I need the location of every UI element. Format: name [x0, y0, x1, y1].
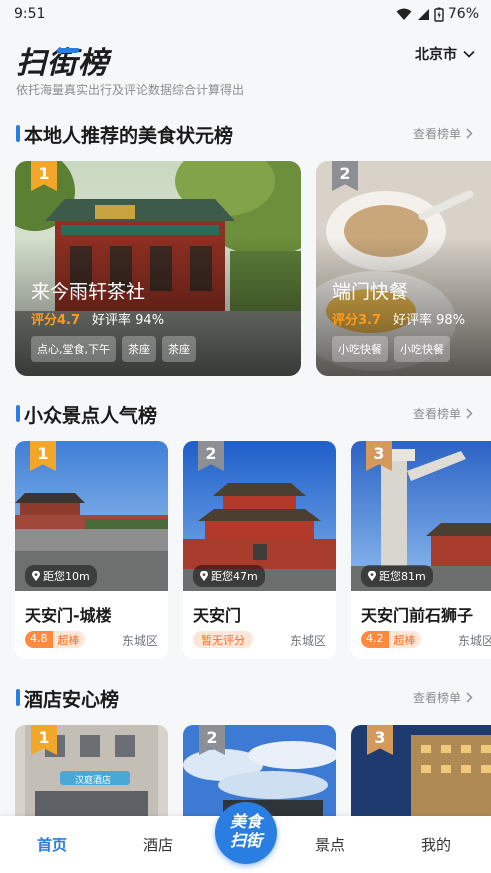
- rating-text: 超棒: [52, 631, 85, 648]
- food-section-title: 本地人推荐的美食状元榜: [24, 125, 234, 147]
- spots-section-header: 小众景点人气榜 查看榜单: [0, 401, 491, 427]
- no-rating-badge: 暂无评分: [193, 631, 253, 648]
- app-logo: 扫街榜: [16, 46, 109, 81]
- food-rating: 评分3.7 好评率 98%: [332, 309, 465, 328]
- rating-text: 超棒: [388, 631, 421, 648]
- header: 扫街榜 依托海量真实出行及评论数据综合计算得出 北京市: [0, 34, 491, 104]
- tab-mine[interactable]: 我的: [421, 834, 451, 855]
- spots-carousel[interactable]: 1 距您10m 天安门-城楼 4.8 超棒 东城区 2 距您47m 天安门 暂无…: [0, 441, 491, 661]
- spot-card[interactable]: 2 距您47m 天安门 暂无评分 东城区: [183, 441, 336, 659]
- hotels-section-header: 酒店安心榜 查看榜单: [0, 685, 491, 711]
- food-tag: 茶座: [162, 336, 196, 362]
- food-scan-label-line1: 美食: [229, 812, 262, 831]
- view-list-label: 查看榜单: [412, 127, 461, 141]
- distance-badge: 距您47m: [193, 565, 265, 587]
- spot-photo: 3 距您81m: [351, 441, 491, 591]
- district-label: 东城区: [457, 634, 491, 648]
- tab-home[interactable]: 首页: [37, 834, 67, 855]
- distance-label: 距您81m: [379, 570, 426, 583]
- spots-view-list-link[interactable]: 查看榜单: [413, 405, 473, 422]
- spots-section-title: 小众景点人气榜: [24, 405, 158, 427]
- food-view-list-link[interactable]: 查看榜单: [413, 125, 473, 142]
- section-marker: [16, 405, 20, 422]
- chevron-right-icon: [466, 692, 473, 703]
- section-marker: [16, 125, 20, 142]
- food-section-header: 本地人推荐的美食状元榜 查看榜单: [0, 121, 491, 147]
- distance-badge: 距您81m: [361, 565, 433, 587]
- rating-value: 4.2: [361, 631, 389, 648]
- rating-badge: 4.8 超棒: [25, 631, 85, 648]
- location-pin-icon: [32, 571, 40, 581]
- rating-badge: 4.2 超棒: [361, 631, 421, 648]
- hotel-card[interactable]: 汉庭酒店 1: [15, 725, 168, 817]
- food-card[interactable]: 2 端门快餐 评分3.7 好评率 98% 小吃快餐 小吃快餐: [316, 161, 491, 376]
- spot-photo: 2 距您47m: [183, 441, 336, 591]
- spot-meta: 4.2 超棒 东城区: [361, 631, 491, 649]
- rating-value: 4.8: [25, 631, 53, 648]
- chevron-right-icon: [466, 408, 473, 419]
- spot-name: 天安门: [193, 606, 242, 625]
- chevron-right-icon: [466, 128, 473, 139]
- food-tags: 小吃快餐 小吃快餐: [332, 336, 450, 362]
- food-name: 来今雨轩茶社: [31, 281, 146, 303]
- city-selector[interactable]: 北京市: [415, 44, 475, 64]
- food-name: 端门快餐: [332, 281, 409, 303]
- food-tags: 点心,堂食,下午 茶座 茶座: [31, 336, 196, 362]
- district-label: 东城区: [289, 634, 326, 648]
- food-tag: 点心,堂食,下午: [31, 336, 116, 362]
- location-pin-icon: [200, 571, 208, 581]
- food-scan-label-line2: 扫街: [229, 831, 262, 850]
- city-label: 北京市: [415, 47, 457, 63]
- distance-badge: 距您10m: [25, 565, 97, 587]
- spot-name: 天安门前石狮子: [361, 606, 474, 625]
- hotels-view-list-link[interactable]: 查看榜单: [413, 689, 473, 706]
- spot-card[interactable]: 3 距您81m 天安门前石狮子 4.2 超棒 东城区: [351, 441, 491, 659]
- wifi-icon: [396, 8, 412, 20]
- distance-label: 距您47m: [211, 570, 258, 583]
- food-tag: 小吃快餐: [332, 336, 388, 362]
- food-tag: 小吃快餐: [394, 336, 450, 362]
- food-score: 评分3.7: [332, 313, 382, 328]
- food-scan-button[interactable]: 美食 扫街: [215, 802, 277, 864]
- food-carousel[interactable]: 1 来今雨轩茶社 评分4.7 好评率 94% 点心,堂食,下午 茶座 茶座 2 …: [0, 161, 491, 376]
- tab-spots[interactable]: 景点: [315, 834, 345, 855]
- logo-accent: [56, 48, 80, 53]
- view-list-label: 查看榜单: [412, 407, 461, 421]
- food-card[interactable]: 1 来今雨轩茶社 评分4.7 好评率 94% 点心,堂食,下午 茶座 茶座: [15, 161, 301, 376]
- battery-level: 76%: [447, 6, 479, 22]
- food-score: 评分4.7: [31, 313, 81, 328]
- spot-name: 天安门-城楼: [25, 606, 112, 625]
- spot-photo: 1 距您10m: [15, 441, 168, 591]
- hotel-sign: 汉庭酒店: [75, 776, 112, 786]
- hotels-section-title: 酒店安心榜: [24, 689, 120, 711]
- chevron-down-icon: [463, 50, 475, 58]
- food-tag: 茶座: [122, 336, 156, 362]
- status-icons: 76%: [396, 6, 479, 22]
- page-subtitle: 依托海量真实出行及评论数据综合计算得出: [16, 83, 245, 97]
- food-good-rate: 好评率 98%: [393, 313, 466, 328]
- district-label: 东城区: [121, 634, 158, 648]
- food-rating: 评分4.7 好评率 94%: [31, 309, 164, 328]
- location-pin-icon: [368, 571, 376, 581]
- spot-meta: 暂无评分 东城区: [193, 631, 326, 649]
- hotel-card[interactable]: 3: [351, 725, 491, 817]
- view-list-label: 查看榜单: [412, 691, 461, 705]
- spot-card[interactable]: 1 距您10m 天安门-城楼 4.8 超棒 东城区: [15, 441, 168, 659]
- battery-icon: [434, 7, 444, 22]
- tab-hotel[interactable]: 酒店: [143, 834, 173, 855]
- status-time: 9:51: [14, 6, 46, 22]
- hotel-card[interactable]: 2: [183, 725, 336, 817]
- distance-label: 距您10m: [43, 570, 90, 583]
- signal-icon: [417, 8, 429, 20]
- spot-meta: 4.8 超棒 东城区: [25, 631, 158, 649]
- section-marker: [16, 689, 20, 706]
- bottom-tab-bar: 首页 酒店 美食 扫街 景点 我的: [0, 802, 491, 873]
- status-bar: 9:51 76%: [0, 0, 491, 28]
- food-good-rate: 好评率 94%: [92, 313, 165, 328]
